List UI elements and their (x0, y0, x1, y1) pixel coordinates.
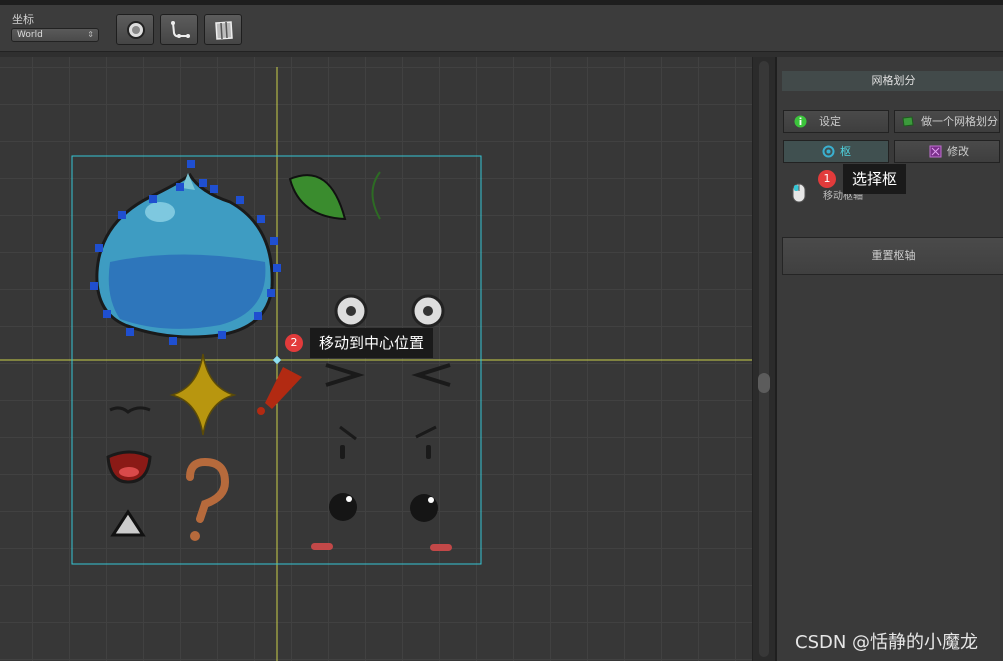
coordinate-dropdown[interactable]: World ⇕ (11, 28, 99, 42)
annotation-callout-1: 选择枢 (843, 164, 907, 194)
modify-icon (929, 145, 942, 158)
angle-left-sprite (325, 363, 365, 387)
coordinate-label: 坐标 (12, 13, 34, 26)
top-toolbar: 坐标 World ⇕ (0, 0, 1003, 52)
scrollbar-track (759, 61, 769, 657)
mesh-panel: 网格划分 设定 做一个网格划分 枢 修改 移动枢轴 重置枢轴 1 选择枢 (775, 57, 1003, 661)
modify-button[interactable]: 修改 (894, 140, 1000, 163)
angle-right-sprite (411, 363, 451, 387)
star-sprite (169, 353, 237, 436)
panel-title: 网格划分 (782, 71, 1003, 91)
setup-button[interactable]: 设定 (783, 110, 889, 133)
circle-tool-icon (127, 21, 145, 39)
triangle-sprite (110, 509, 146, 537)
path-tool-icon (171, 21, 190, 38)
blush-left (311, 543, 333, 550)
mesh-tool-button[interactable] (204, 14, 242, 45)
setup-button-label: 设定 (819, 115, 841, 128)
mesh-tool-icon (215, 21, 233, 40)
vertical-scrollbar[interactable] (752, 57, 775, 661)
smile-sprite (109, 406, 151, 414)
dropdown-arrow-icon: ⇕ (87, 30, 94, 39)
pivot-button[interactable]: 枢 (783, 140, 889, 163)
slime-sprite (95, 172, 274, 339)
scene-drawing (0, 67, 752, 661)
brow-left (339, 425, 357, 441)
question-sprite (186, 457, 230, 523)
mesh-icon (902, 116, 914, 127)
blush-right (430, 544, 452, 551)
annotation-callout-2: 移动到中心位置 (310, 328, 434, 358)
annotation-badge-1: 1 (818, 170, 836, 188)
exclamation-sprite (265, 367, 302, 409)
brow-right (415, 425, 437, 439)
reset-pivot-button[interactable]: 重置枢轴 (782, 237, 1003, 275)
watermark: CSDN @恬静的小魔龙 (795, 632, 979, 653)
pivot-handle (272, 355, 282, 365)
mouse-icon (792, 183, 806, 203)
path-tool-button[interactable] (160, 14, 198, 45)
scene-canvas[interactable]: 2 移动到中心位置 (0, 57, 752, 661)
coordinate-dropdown-value: World (17, 30, 43, 40)
make-mesh-button-label: 做一个网格划分 (921, 115, 998, 128)
stem-sprite (371, 171, 381, 220)
circle-tool-button[interactable] (116, 14, 154, 45)
scrollbar-thumb[interactable] (758, 373, 770, 393)
leaf-sprite (288, 174, 347, 221)
info-icon (794, 115, 807, 128)
dot-eye-left (329, 493, 357, 521)
pivot-button-label: 枢 (840, 145, 851, 158)
make-mesh-button[interactable]: 做一个网格划分 (894, 110, 1000, 133)
dot-eye-right (410, 494, 438, 522)
modify-button-label: 修改 (947, 145, 969, 158)
annotation-badge-2: 2 (285, 334, 303, 352)
pivot-icon (822, 145, 835, 158)
